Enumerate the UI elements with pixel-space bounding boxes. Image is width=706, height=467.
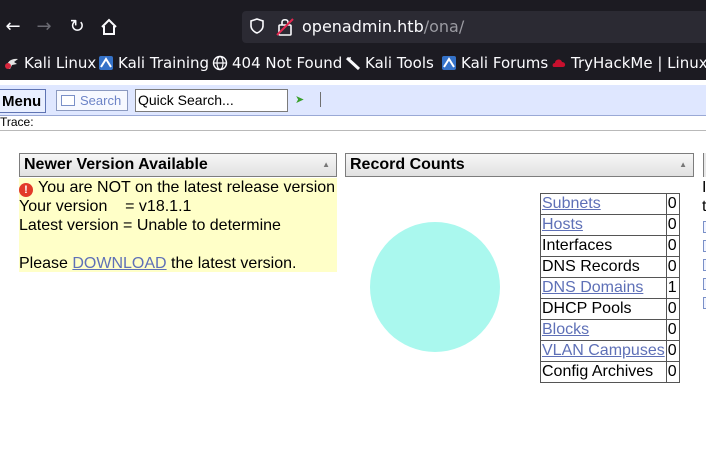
kali-forums-icon bbox=[442, 56, 456, 70]
record-type-cell: DHCP Pools bbox=[540, 298, 667, 320]
version-panel-header: Newer Version Available ▲ bbox=[19, 153, 337, 177]
record-count-cell: 1 bbox=[665, 277, 680, 299]
record-type-cell: Hosts bbox=[540, 214, 667, 236]
toolbar-divider bbox=[320, 92, 321, 107]
insecure-lock-icon[interactable] bbox=[276, 17, 294, 37]
record-type-label: DHCP Pools bbox=[542, 300, 632, 317]
forward-arrow-icon[interactable]: → bbox=[32, 15, 56, 39]
record-type-label: Interfaces bbox=[542, 237, 613, 254]
home-icon[interactable] bbox=[97, 15, 121, 39]
pie-slice-dns-domains bbox=[370, 222, 500, 352]
record-count-row: VLAN Campuses 0 bbox=[540, 340, 680, 362]
record-counts-header: Record Counts ▲ bbox=[345, 153, 694, 177]
record-count-row: DHCP Pools 0 bbox=[540, 298, 680, 320]
bookmark-kali-linux[interactable]: Kali Linux bbox=[4, 52, 96, 74]
bookmark-label: TryHackMe | Linux A bbox=[571, 54, 706, 72]
record-count-row: Blocks 0 bbox=[540, 319, 680, 341]
url-text[interactable]: openadmin.htb/ona/ bbox=[302, 16, 464, 38]
trace-label: Trace: bbox=[0, 115, 34, 129]
collapse-icon[interactable]: ▲ bbox=[322, 160, 330, 170]
third-panel-text: t bbox=[702, 198, 706, 215]
third-panel-text: I bbox=[702, 179, 706, 196]
search-button-label: Search bbox=[80, 93, 122, 108]
url-path: /ona/ bbox=[423, 17, 465, 36]
record-count-cell: 0 bbox=[665, 235, 680, 257]
record-count-row: DNS Domains 1 bbox=[540, 277, 680, 299]
kali-tools-icon bbox=[345, 56, 361, 71]
version-notice: ! You are NOT on the latest release versi… bbox=[19, 178, 337, 272]
record-type-link[interactable]: VLAN Campuses bbox=[542, 342, 665, 359]
back-arrow-icon[interactable]: ← bbox=[1, 15, 25, 39]
bookmark-label: Kali Tools bbox=[365, 54, 434, 72]
record-count-cell: 0 bbox=[665, 214, 680, 236]
browser-toolbar: ← → ↻ openadmin.htb/ona/ Kali Linux Kali… bbox=[0, 0, 706, 80]
record-count-cell: 0 bbox=[665, 340, 680, 362]
download-link[interactable]: DOWNLOAD bbox=[72, 255, 166, 272]
record-counts-pie-chart bbox=[370, 222, 500, 352]
record-count-row: Subnets 0 bbox=[540, 193, 680, 215]
record-type-label: Config Archives bbox=[542, 363, 654, 380]
quick-search-input[interactable]: Quick Search... bbox=[135, 89, 288, 112]
record-count-row: Interfaces 0 bbox=[540, 235, 680, 257]
record-type-link[interactable]: Subnets bbox=[542, 195, 601, 212]
record-count-row: DNS Records 0 bbox=[540, 256, 680, 278]
please-text: Please bbox=[19, 255, 73, 272]
record-type-cell: Config Archives bbox=[540, 361, 667, 383]
record-count-row: Hosts 0 bbox=[540, 214, 680, 236]
tryhackme-icon bbox=[552, 59, 566, 67]
bookmark-kali-tools[interactable]: Kali Tools bbox=[345, 52, 434, 74]
record-type-cell: Blocks bbox=[540, 319, 667, 341]
menu-button[interactable]: Menu bbox=[0, 89, 46, 113]
address-bar[interactable]: openadmin.htb/ona/ bbox=[242, 11, 706, 43]
version-warning: You are NOT on the latest release versio… bbox=[38, 179, 336, 196]
latest-version: Latest version = Unable to determine bbox=[19, 217, 281, 234]
your-version: Your version = v18.1.1 bbox=[19, 198, 192, 215]
record-count-cell: 0 bbox=[665, 361, 680, 383]
record-type-cell: DNS Records bbox=[540, 256, 667, 278]
url-host: openadmin.htb bbox=[302, 17, 424, 36]
bookmark-kali-training[interactable]: Kali Training bbox=[98, 52, 209, 74]
bookmark-label: Kali Forums bbox=[461, 54, 549, 72]
reload-icon[interactable]: ↻ bbox=[65, 15, 89, 39]
bookmark-label: Kali Training bbox=[118, 54, 210, 72]
version-panel-title: Newer Version Available bbox=[24, 156, 208, 173]
bookmark-404-not-found[interactable]: 404 Not Found bbox=[212, 52, 342, 74]
record-type-link[interactable]: Hosts bbox=[542, 216, 583, 233]
collapse-icon[interactable]: ▲ bbox=[679, 160, 687, 170]
record-counts-table: Subnets 0 Hosts 0 Interfaces 0 DNS Records 0 DNS… bbox=[540, 193, 680, 383]
warning-icon: ! bbox=[19, 183, 33, 197]
bookmark-label: 404 Not Found bbox=[232, 54, 343, 72]
record-count-row: Config Archives 0 bbox=[540, 361, 680, 383]
bookmark-kali-forums[interactable]: Kali Forums bbox=[441, 52, 548, 74]
kali-training-icon bbox=[99, 56, 113, 70]
record-type-link[interactable]: Blocks bbox=[542, 321, 589, 338]
tracking-shield-icon[interactable] bbox=[250, 18, 266, 36]
record-type-cell: Interfaces bbox=[540, 235, 667, 257]
search-form-icon bbox=[61, 95, 75, 106]
record-count-cell: 0 bbox=[665, 256, 680, 278]
record-count-cell: 0 bbox=[665, 298, 680, 320]
app-toolbar: Menu Search Quick Search... ➤ bbox=[0, 85, 706, 116]
bookmark-tryhackme[interactable]: TryHackMe | Linux A bbox=[551, 52, 706, 74]
bookmark-label: Kali Linux bbox=[24, 54, 97, 72]
search-button[interactable]: Search bbox=[56, 90, 128, 111]
record-type-cell: VLAN Campuses bbox=[540, 340, 667, 362]
record-type-label: DNS Records bbox=[542, 258, 640, 275]
record-type-link[interactable]: DNS Domains bbox=[542, 279, 643, 296]
trace-divider bbox=[0, 130, 706, 131]
kali-dragon-icon bbox=[5, 58, 18, 69]
latest-version-text: the latest version. bbox=[166, 255, 297, 272]
record-counts-title: Record Counts bbox=[350, 156, 465, 173]
record-count-cell: 0 bbox=[665, 193, 680, 215]
record-count-cell: 0 bbox=[665, 319, 680, 341]
record-type-cell: DNS Domains bbox=[540, 277, 667, 299]
globe-icon bbox=[212, 55, 228, 71]
record-type-cell: Subnets bbox=[540, 193, 667, 215]
go-arrow-icon[interactable]: ➤ bbox=[295, 94, 306, 105]
